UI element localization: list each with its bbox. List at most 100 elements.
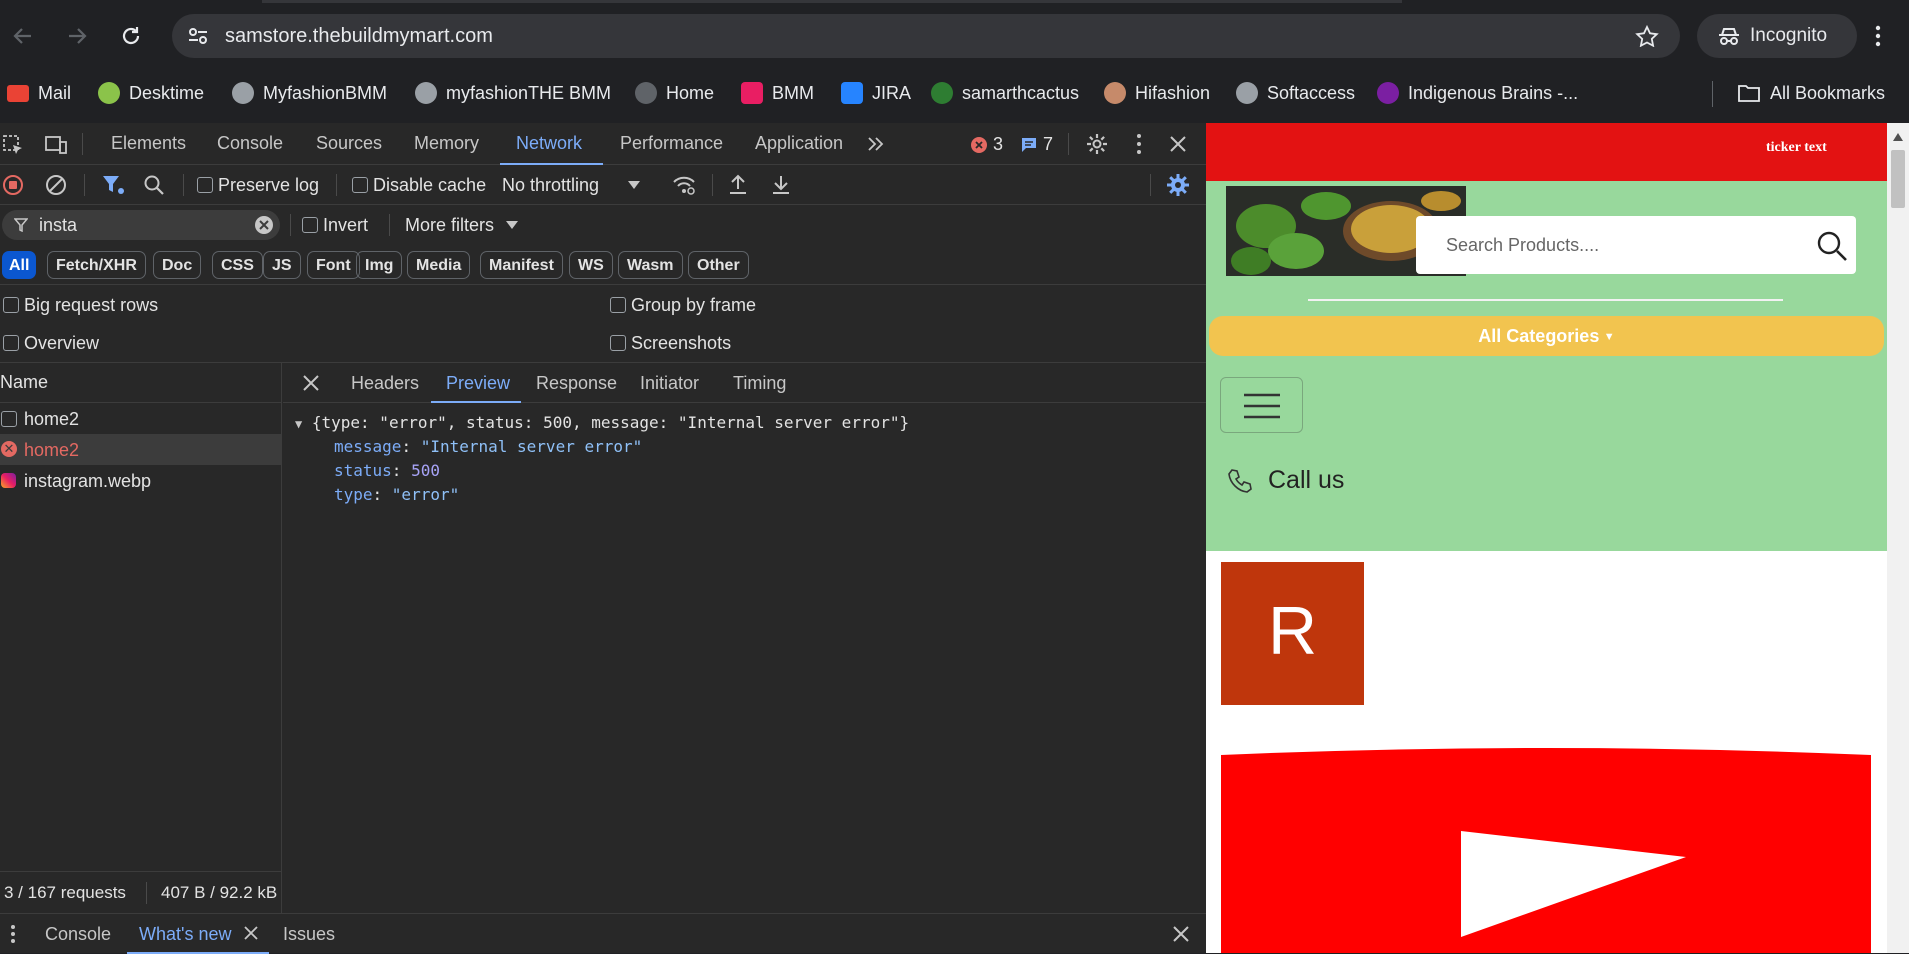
message-counter[interactable]: 7 bbox=[1020, 134, 1053, 155]
type-filter-manifest[interactable]: Manifest bbox=[480, 251, 563, 279]
type-filter-fetchxhr[interactable]: Fetch/XHR bbox=[47, 251, 146, 279]
name-column-header[interactable]: Name bbox=[0, 363, 282, 403]
error-counter[interactable]: 3 bbox=[970, 134, 1003, 155]
expand-triangle-icon[interactable]: ▼ bbox=[295, 417, 302, 431]
clear-icon[interactable] bbox=[45, 174, 67, 196]
detail-tab-response[interactable]: Response bbox=[536, 373, 617, 394]
avatar-tile[interactable]: R bbox=[1221, 562, 1364, 705]
filter-funnel-icon[interactable] bbox=[101, 174, 125, 196]
invert-checkbox[interactable] bbox=[302, 217, 318, 233]
tab-memory[interactable]: Memory bbox=[414, 133, 479, 154]
devtools-menu-icon[interactable] bbox=[1136, 133, 1142, 155]
preview-property[interactable]: message: "Internal server error" bbox=[334, 437, 642, 456]
clear-filter-icon[interactable] bbox=[254, 215, 274, 235]
address-bar[interactable]: samstore.thebuildmymart.com bbox=[172, 14, 1680, 58]
drawer-tab-whatsnew[interactable]: What's new bbox=[139, 924, 231, 945]
call-us-link[interactable]: Call us bbox=[1226, 466, 1344, 495]
disable-cache-option[interactable]: Disable cache bbox=[352, 175, 486, 196]
more-filters-triangle-icon[interactable] bbox=[506, 221, 518, 229]
page-scrollbar[interactable] bbox=[1887, 123, 1909, 953]
product-search-input[interactable]: Search Products.... bbox=[1416, 216, 1856, 274]
bookmark-item[interactable]: MyfashionBMM bbox=[232, 80, 387, 106]
preview-property[interactable]: type: "error" bbox=[334, 485, 459, 504]
invert-option[interactable]: Invert bbox=[302, 215, 368, 236]
detail-tab-preview[interactable]: Preview bbox=[446, 373, 510, 394]
bookmark-item[interactable]: samarthcactus bbox=[931, 80, 1079, 106]
bookmark-item[interactable]: JIRA bbox=[841, 80, 911, 106]
overview-option[interactable]: Overview bbox=[3, 333, 99, 354]
dropdown-triangle-icon[interactable] bbox=[628, 181, 640, 189]
tab-sources[interactable]: Sources bbox=[316, 133, 382, 154]
scrollbar-thumb[interactable] bbox=[1891, 150, 1905, 208]
type-filter-all[interactable]: All bbox=[2, 251, 37, 279]
preview-property[interactable]: status: 500 bbox=[334, 461, 440, 480]
settings-gear-icon[interactable] bbox=[1085, 132, 1109, 156]
device-toolbar-icon[interactable] bbox=[44, 134, 68, 156]
big-rows-option[interactable]: Big request rows bbox=[3, 295, 158, 316]
screenshots-checkbox[interactable] bbox=[610, 335, 626, 351]
bookmark-item[interactable]: myfashionTHE BMM bbox=[415, 80, 611, 106]
screenshots-option[interactable]: Screenshots bbox=[610, 333, 731, 354]
network-conditions-icon[interactable] bbox=[672, 174, 696, 196]
request-row[interactable]: instagram.webp bbox=[0, 465, 282, 496]
close-whats-new-icon[interactable] bbox=[244, 926, 258, 940]
drawer-tab-issues[interactable]: Issues bbox=[283, 924, 335, 945]
bookmark-item[interactable]: BMM bbox=[741, 80, 814, 106]
active-tab[interactable] bbox=[262, 0, 1402, 3]
bookmark-item[interactable]: Hifashion bbox=[1104, 80, 1210, 106]
type-filter-doc[interactable]: Doc bbox=[153, 251, 202, 279]
forward-button[interactable] bbox=[57, 16, 97, 56]
all-bookmarks-button[interactable]: All Bookmarks bbox=[1737, 80, 1885, 106]
inspect-element-icon[interactable] bbox=[2, 134, 24, 156]
preview-summary[interactable]: ▼ {type: "error", status: 500, message: … bbox=[295, 413, 909, 432]
all-categories-dropdown[interactable]: All Categories ▼ bbox=[1209, 316, 1884, 356]
search-icon[interactable] bbox=[1816, 230, 1848, 262]
record-stop-icon[interactable] bbox=[3, 175, 23, 195]
disable-cache-checkbox[interactable] bbox=[352, 177, 368, 193]
import-har-icon[interactable] bbox=[728, 173, 748, 195]
tab-elements[interactable]: Elements bbox=[111, 133, 186, 154]
type-filter-ws[interactable]: WS bbox=[569, 251, 613, 279]
request-row[interactable]: ✕ home2 bbox=[0, 434, 282, 465]
group-by-frame-option[interactable]: Group by frame bbox=[610, 295, 756, 316]
reload-button[interactable] bbox=[111, 16, 151, 56]
filter-input[interactable]: insta bbox=[2, 210, 280, 240]
bookmark-item[interactable]: Mail bbox=[7, 80, 71, 106]
overview-checkbox[interactable] bbox=[3, 335, 19, 351]
scroll-up-arrow-icon[interactable] bbox=[1893, 133, 1903, 141]
type-filter-font[interactable]: Font bbox=[307, 251, 360, 279]
drawer-menu-icon[interactable] bbox=[10, 924, 16, 944]
more-tabs-chevron-icon[interactable] bbox=[866, 136, 886, 152]
bookmark-item[interactable]: Softaccess bbox=[1236, 80, 1355, 106]
type-filter-other[interactable]: Other bbox=[688, 251, 749, 279]
type-filter-media[interactable]: Media bbox=[407, 251, 471, 279]
preserve-log-checkbox[interactable] bbox=[197, 177, 213, 193]
site-settings-icon[interactable] bbox=[186, 25, 210, 47]
bookmark-item[interactable]: Indigenous Brains -... bbox=[1377, 80, 1578, 106]
group-by-frame-checkbox[interactable] bbox=[610, 297, 626, 313]
tab-application[interactable]: Application bbox=[755, 133, 843, 154]
search-icon[interactable] bbox=[143, 174, 165, 196]
throttling-select[interactable]: No throttling bbox=[502, 175, 599, 196]
preserve-log-option[interactable]: Preserve log bbox=[197, 175, 319, 196]
type-filter-js[interactable]: JS bbox=[263, 251, 301, 279]
type-filter-img[interactable]: Img bbox=[356, 251, 403, 279]
tab-network[interactable]: Network bbox=[516, 133, 582, 154]
incognito-indicator[interactable]: Incognito bbox=[1697, 14, 1857, 58]
close-details-icon[interactable] bbox=[303, 375, 319, 391]
bookmark-item[interactable]: Desktime bbox=[98, 80, 204, 106]
browser-menu-button[interactable] bbox=[1858, 16, 1898, 56]
hamburger-menu-button[interactable] bbox=[1220, 377, 1303, 433]
request-row[interactable]: home2 bbox=[0, 403, 282, 434]
export-har-icon[interactable] bbox=[771, 173, 791, 195]
close-devtools-icon[interactable] bbox=[1169, 135, 1187, 153]
type-filter-wasm[interactable]: Wasm bbox=[618, 251, 683, 279]
detail-tab-headers[interactable]: Headers bbox=[351, 373, 419, 394]
tab-console[interactable]: Console bbox=[217, 133, 283, 154]
close-drawer-icon[interactable] bbox=[1173, 926, 1189, 942]
detail-tab-timing[interactable]: Timing bbox=[733, 373, 786, 394]
youtube-banner[interactable] bbox=[1221, 747, 1871, 953]
tab-performance[interactable]: Performance bbox=[620, 133, 723, 154]
big-rows-checkbox[interactable] bbox=[3, 297, 19, 313]
back-button[interactable] bbox=[3, 16, 43, 56]
